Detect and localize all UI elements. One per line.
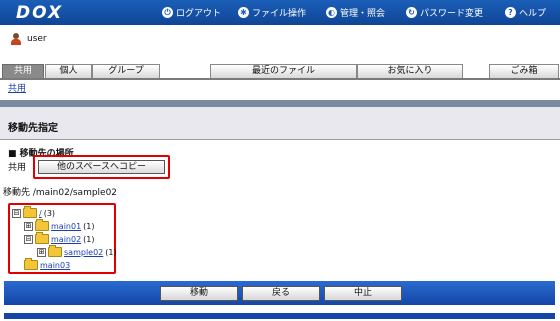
tree-count-root: (3) <box>43 208 56 218</box>
cancel-button[interactable]: 中止 <box>324 286 402 301</box>
back-button[interactable]: 戻る <box>242 286 320 301</box>
help-link[interactable]: ? ヘルプ <box>505 6 546 19</box>
tab-underline <box>0 78 560 80</box>
tree-node-root: ⊟ / (3) <box>12 206 56 218</box>
tree-link-main01[interactable]: main01 <box>51 222 81 231</box>
tree-link-main02[interactable]: main02 <box>51 235 81 244</box>
tab-trash[interactable]: ごみ箱 <box>489 64 559 78</box>
section-divider <box>0 139 560 140</box>
password-change-label: パスワード変更 <box>420 9 484 19</box>
admin-label: 管理・照会 <box>340 9 386 19</box>
tab-recent-files[interactable]: 最近のファイル <box>210 64 357 78</box>
folder-icon <box>24 258 38 270</box>
action-bar: 移動 戻る 中止 <box>4 281 555 305</box>
tab-shared[interactable]: 共用 <box>2 64 44 78</box>
footer-bar <box>4 313 555 319</box>
tab-personal[interactable]: 個人 <box>45 64 92 78</box>
page-title: 移動先指定 <box>8 123 58 134</box>
collapse-icon[interactable]: ⊟ <box>24 234 33 244</box>
folder-open-icon <box>35 232 49 244</box>
folder-icon <box>35 219 49 231</box>
section-separator <box>0 100 560 107</box>
file-operation-label: ファイル操作 <box>252 9 307 19</box>
tab-bar: 共用 個人 グループ 最近のファイル お気に入り ごみ箱 <box>0 64 560 78</box>
copy-button-highlight: 他のスペースへコピー <box>33 155 170 179</box>
breadcrumb[interactable]: 共用 <box>8 81 26 94</box>
tree-node-sample02: ⊞ sample02 (1) <box>37 245 117 257</box>
user-name: user <box>27 34 47 44</box>
help-icon: ? <box>505 7 516 18</box>
help-label: ヘルプ <box>519 9 547 19</box>
logout-label: ログアウト <box>176 9 222 19</box>
password-change-link[interactable]: ↻ パスワード変更 <box>406 6 483 19</box>
folder-icon <box>48 245 62 257</box>
expand-icon[interactable]: ⊞ <box>24 221 33 231</box>
top-bar: DOX ⏻ ログアウト ✱ ファイル操作 ◐ 管理・照会 ↻ パスワード変更 ?… <box>0 0 560 25</box>
tree-count-main02: (1) <box>83 234 95 244</box>
scope-label: 共用 <box>8 163 27 173</box>
file-operation-link[interactable]: ✱ ファイル操作 <box>238 6 306 19</box>
folder-open-icon <box>23 206 37 218</box>
move-button[interactable]: 移動 <box>160 286 238 301</box>
tree-node-main01: ⊞ main01 (1) <box>24 219 95 231</box>
destination-path: 移動先 /main02/sample02 <box>3 188 118 198</box>
tree-count-sample02: (1) <box>105 247 117 257</box>
tree-link-sample02[interactable]: sample02 <box>64 248 103 257</box>
collapse-icon[interactable]: ⊟ <box>12 208 21 218</box>
tree-node-main03: main03 <box>24 258 70 270</box>
copy-to-other-space-button[interactable]: 他のスペースへコピー <box>38 160 165 174</box>
admin-icon: ◐ <box>326 7 337 18</box>
admin-link[interactable]: ◐ 管理・照会 <box>326 6 385 19</box>
tree-link-main03[interactable]: main03 <box>40 261 70 270</box>
app-logo: DOX <box>16 3 64 23</box>
folder-tree: ⊟ / (3) ⊞ main01 (1) ⊟ main02 (1) ⊞ samp… <box>8 203 117 274</box>
tab-favorites[interactable]: お気に入り <box>357 64 463 78</box>
password-change-icon: ↻ <box>406 7 417 18</box>
logout-link[interactable]: ⏻ ログアウト <box>162 6 221 19</box>
tree-node-main02: ⊟ main02 (1) <box>24 232 95 244</box>
tab-group[interactable]: グループ <box>92 64 160 78</box>
section-header: 移動先指定 <box>0 107 560 139</box>
tree-count-main01: (1) <box>83 221 95 231</box>
file-operation-icon: ✱ <box>238 7 249 18</box>
scope-row: 共用 <box>8 160 26 173</box>
logout-icon: ⏻ <box>162 7 173 18</box>
user-info: user <box>10 33 47 45</box>
tree-link-root[interactable]: / <box>39 209 42 218</box>
expand-icon[interactable]: ⊞ <box>37 247 46 257</box>
user-icon <box>10 33 22 45</box>
